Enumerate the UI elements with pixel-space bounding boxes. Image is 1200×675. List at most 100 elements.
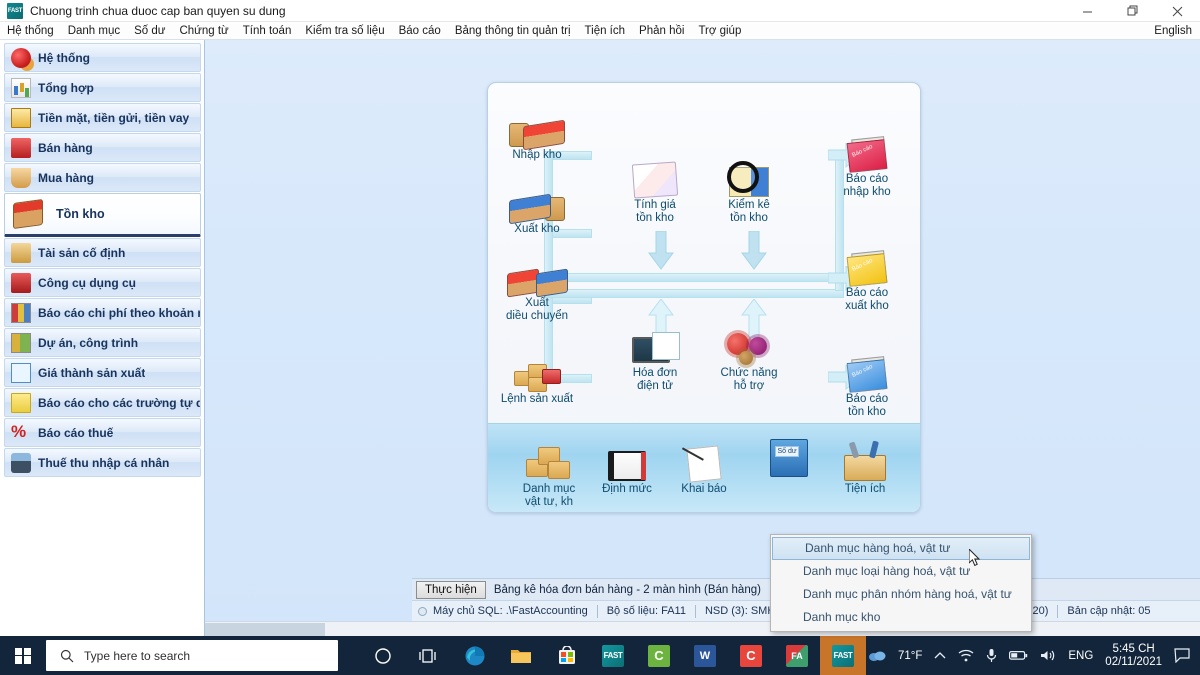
- menu-item-kiem-tra[interactable]: Kiểm tra số liệu: [298, 22, 391, 40]
- word-icon[interactable]: W: [682, 636, 728, 675]
- sidebar-item-du-an[interactable]: Dự án, công trình: [4, 328, 201, 357]
- file-explorer-icon[interactable]: [498, 636, 544, 675]
- diagram-node-hoa-don-dien-tu[interactable]: Hóa đơn điện tử: [612, 319, 698, 393]
- menu-item-bao-cao[interactable]: Báo cáo: [392, 22, 448, 40]
- fast-logo: FAST: [602, 645, 624, 667]
- sidebar-item-label: Tài sản cố định: [38, 246, 125, 260]
- diagram-node-nhap-kho[interactable]: Nhập kho: [494, 101, 580, 162]
- diagram-node-label: Nhập kho: [494, 149, 580, 162]
- diagram-node-danh-muc-vat-tu[interactable]: Danh mục vật tư, kh: [506, 435, 592, 509]
- sidebar-item-tai-san-co-dinh[interactable]: Tài sản cố định: [4, 238, 201, 267]
- sidebar-item-tong-hop[interactable]: Tổng hợp: [4, 73, 201, 102]
- sidebar-item-mua-hang[interactable]: Mua hàng: [4, 163, 201, 192]
- diagram-node-xuat-kho[interactable]: Xuất kho: [494, 175, 580, 236]
- diagram-node-label: Khai báo: [661, 483, 747, 496]
- fa-media-icon[interactable]: FA: [774, 636, 820, 675]
- cortana-icon[interactable]: [360, 636, 406, 675]
- sidebar-item-gia-thanh[interactable]: Giá thành sản xuất: [4, 358, 201, 387]
- sidebar-item-thue-tncn[interactable]: Thuế thu nhập cá nhân: [4, 448, 201, 477]
- diagram-node-xuat-dieu-chuyen[interactable]: Xuất diều chuyển: [494, 249, 580, 323]
- volume-icon[interactable]: [1040, 649, 1056, 662]
- diagram-node-tien-ich[interactable]: Tiện ích: [822, 435, 908, 496]
- menu-item-so-du[interactable]: Số dư: [127, 22, 172, 40]
- status-dataset: Bộ số liệu: FA11: [598, 605, 696, 618]
- diagram-node-label: Báo cáo tồn kho: [824, 393, 910, 419]
- menu-item-bang-thong-tin[interactable]: Bảng thông tin quản trị: [448, 22, 578, 40]
- context-menu-item-danh-muc-loai-hang-hoa[interactable]: Danh mục loại hàng hoá, vật tư: [771, 560, 1031, 583]
- menu-item-phan-hoi[interactable]: Phản hồi: [632, 22, 691, 40]
- price-docs-icon: [612, 151, 698, 197]
- context-menu-item-danh-muc-phan-nhom[interactable]: Danh mục phân nhóm hàng hoá, vật tư: [771, 583, 1031, 606]
- weather-temperature[interactable]: 71°F: [898, 650, 922, 662]
- language-switch[interactable]: English: [1154, 22, 1192, 40]
- sidebar-item-label: Thuế thu nhập cá nhân: [38, 456, 169, 470]
- notification-icon[interactable]: [1174, 648, 1190, 663]
- sidebar-item-ton-kho[interactable]: Tồn kho: [4, 193, 201, 237]
- edge-icon[interactable]: [452, 636, 498, 675]
- sidebar-item-label: Mua hàng: [38, 171, 94, 185]
- status-patch: Bản cập nhật: 05: [1058, 605, 1159, 618]
- diagram-node-bao-cao-nhap-kho[interactable]: Báo cáo Báo cáo nhập kho: [824, 125, 910, 199]
- c-green-icon[interactable]: C: [636, 636, 682, 675]
- sidebar-item-cong-cu-dung-cu[interactable]: Công cụ dụng cụ: [4, 268, 201, 297]
- c-green-logo: C: [648, 645, 670, 667]
- menu-item-tro-giup[interactable]: Trợ giúp: [691, 22, 748, 40]
- sidebar-item-bao-cao-chi-phi[interactable]: Báo cáo chi phí theo khoản mục: [4, 298, 201, 327]
- menu-item-chung-tu[interactable]: Chứng từ: [172, 22, 235, 40]
- menu-item-tinh-toan[interactable]: Tính toán: [236, 22, 299, 40]
- declaration-icon: [661, 435, 747, 481]
- start-button[interactable]: [0, 636, 46, 675]
- task-view-icon[interactable]: [406, 636, 452, 675]
- diagram-node-bao-cao-ton-kho[interactable]: Báo cáo Báo cáo tồn kho: [824, 345, 910, 419]
- diagram-node-so-du[interactable]: Số dư: [746, 431, 832, 479]
- execute-button[interactable]: Thực hiện: [416, 581, 486, 599]
- diagram-node-dinh-muc[interactable]: Định mức: [584, 435, 670, 496]
- diagram-node-label: Kiểm kê tồn kho: [706, 199, 792, 225]
- weather-cloud-icon[interactable]: [868, 649, 886, 662]
- menu-item-danh-muc[interactable]: Danh mục: [61, 22, 127, 40]
- context-menu-item-danh-muc-kho[interactable]: Danh mục kho: [771, 606, 1031, 629]
- battery-icon[interactable]: [1009, 650, 1028, 661]
- transfer-icon: [494, 249, 580, 295]
- microphone-icon[interactable]: [986, 648, 997, 663]
- sidebar-item-he-thong[interactable]: Hệ thống: [4, 43, 201, 72]
- search-box[interactable]: Type here to search: [46, 640, 338, 671]
- clock[interactable]: 5:45 CH 02/11/2021: [1105, 643, 1162, 669]
- sidebar-item-ban-hang[interactable]: Bán hàng: [4, 133, 201, 162]
- diagram-node-khai-bao[interactable]: Khai báo: [661, 435, 747, 496]
- sidebar-item-tien-mat[interactable]: Tiền mặt, tiền gửi, tiền vay: [4, 103, 201, 132]
- wifi-icon[interactable]: [958, 649, 974, 662]
- fast-accounting-icon[interactable]: FAST: [590, 636, 636, 675]
- close-button[interactable]: [1155, 0, 1200, 22]
- sidebar-item-label: Hệ thống: [38, 51, 90, 65]
- minimize-button[interactable]: [1065, 0, 1110, 22]
- context-menu-item-danh-muc-hang-hoa[interactable]: Danh mục hàng hoá, vật tư: [772, 537, 1030, 560]
- sidebar-item-bao-cao-tu-do[interactable]: Báo cáo cho các trường tự do: [4, 388, 201, 417]
- horizontal-scrollbar[interactable]: [205, 621, 1200, 637]
- report-blue-icon: Báo cáo: [824, 345, 910, 391]
- diagram-node-label: Xuất kho: [494, 223, 580, 236]
- c-red-icon[interactable]: C: [728, 636, 774, 675]
- diagram-node-chuc-nang-ho-tro[interactable]: Chức năng hỗ trợ: [706, 319, 792, 393]
- diagram-node-label: Định mức: [584, 483, 670, 496]
- diagram-node-lenh-san-xuat[interactable]: Lệnh sản xuất: [494, 345, 580, 406]
- warehouse-in-icon: [494, 101, 580, 147]
- maximize-button[interactable]: [1110, 0, 1155, 22]
- menu-item-he-thong[interactable]: Hệ thống: [0, 22, 61, 40]
- diagram-node-label: Hóa đơn điện tử: [612, 367, 698, 393]
- basket-icon: [11, 168, 31, 188]
- fast-active-icon[interactable]: FAST: [820, 636, 866, 675]
- diagram-node-kiem-ke-ton-kho[interactable]: Kiểm kê tồn kho: [706, 151, 792, 225]
- bank-icon: [11, 108, 31, 128]
- calculator-icon: [11, 363, 31, 383]
- microsoft-store-icon[interactable]: [544, 636, 590, 675]
- menu-item-tien-ich[interactable]: Tiện ích: [578, 22, 632, 40]
- warehouse-out-icon: [494, 175, 580, 221]
- chevron-up-icon[interactable]: [934, 651, 946, 660]
- diagram-node-bao-cao-xuat-kho[interactable]: Báo cáo Báo cáo xuất kho: [824, 239, 910, 313]
- sidebar-item-bao-cao-thue[interactable]: % Báo cáo thuế: [4, 418, 201, 447]
- scrollbar-thumb[interactable]: [205, 623, 325, 637]
- context-menu[interactable]: Danh mục hàng hoá, vật tư Danh mục loại …: [770, 534, 1032, 632]
- language-indicator[interactable]: ENG: [1068, 650, 1093, 662]
- diagram-node-tinh-gia-ton-kho[interactable]: Tính giá tồn kho: [612, 151, 698, 225]
